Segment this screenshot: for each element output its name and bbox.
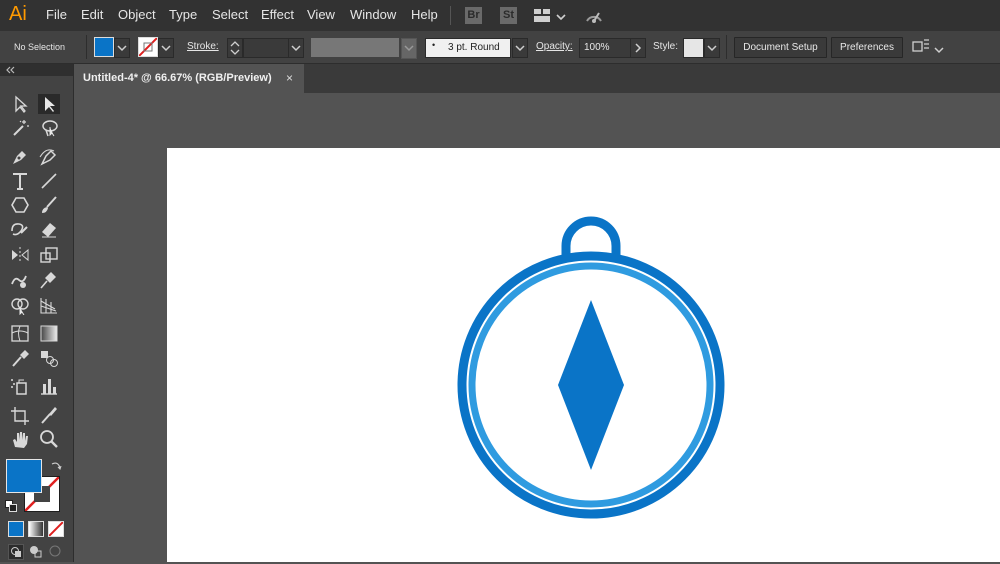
document-tab[interactable]: Untitled-4* @ 66.67% (RGB/Preview) × <box>74 64 304 93</box>
opacity-label[interactable]: Opacity: <box>536 41 573 52</box>
compass-needle <box>558 300 624 470</box>
tools-panel-header[interactable] <box>0 64 73 76</box>
brush-dropdown[interactable] <box>512 38 528 58</box>
menu-select[interactable]: Select <box>212 7 248 22</box>
paintbrush-tool-icon[interactable] <box>38 195 60 215</box>
line-segment-tool-icon[interactable] <box>38 171 60 191</box>
mesh-tool-icon[interactable] <box>9 323 31 343</box>
preferences-button[interactable]: Preferences <box>831 37 903 58</box>
stroke-weight-stepper[interactable] <box>227 38 243 58</box>
menu-edit[interactable]: Edit <box>81 7 103 22</box>
chevron-down-icon[interactable] <box>556 9 566 21</box>
artboard[interactable] <box>167 148 1000 562</box>
divider <box>726 35 727 59</box>
gradient-tool-icon[interactable] <box>38 323 60 343</box>
type-tool-icon[interactable] <box>9 171 31 191</box>
puppet-warp-tool-icon[interactable] <box>38 270 60 290</box>
reflect-tool-icon[interactable] <box>9 245 31 265</box>
none-mode-button[interactable] <box>48 521 64 537</box>
polygon-tool-icon[interactable] <box>9 195 31 215</box>
gpu-performance-icon[interactable] <box>584 6 604 26</box>
document-setup-button[interactable]: Document Setup <box>734 37 827 58</box>
color-mode-button[interactable] <box>8 521 24 537</box>
brush-value: 3 pt. Round <box>448 42 500 53</box>
variable-width-profile[interactable] <box>311 38 399 57</box>
draw-behind-icon[interactable] <box>28 544 42 558</box>
stroke-color-swatch[interactable] <box>138 37 158 57</box>
brush-definition[interactable]: • 3 pt. Round <box>425 38 511 58</box>
draw-normal-icon[interactable] <box>8 544 24 560</box>
menu-window[interactable]: Window <box>350 7 396 22</box>
slice-tool-icon[interactable] <box>38 405 60 425</box>
eraser-tool-icon[interactable] <box>38 219 60 239</box>
menu-effect[interactable]: Effect <box>261 7 294 22</box>
stroke-dropdown[interactable] <box>158 38 174 58</box>
menu-bar: Ai File Edit Object Type Select Effect V… <box>0 0 1000 31</box>
stroke-label[interactable]: Stroke: <box>187 41 219 52</box>
bridge-button[interactable]: Br <box>465 7 482 24</box>
divider <box>86 35 87 59</box>
perspective-grid-tool-icon[interactable] <box>38 295 60 315</box>
shaper-tool-icon[interactable] <box>9 219 31 239</box>
symbol-sprayer-tool-icon[interactable] <box>9 376 31 396</box>
pen-tool-icon[interactable] <box>9 147 31 167</box>
warp-tool-icon[interactable] <box>9 270 31 290</box>
opacity-arrow[interactable] <box>630 38 646 58</box>
stock-button[interactable]: St <box>500 7 517 24</box>
document-tab-title: Untitled-4* @ 66.67% (RGB/Preview) <box>83 72 272 84</box>
close-icon[interactable]: × <box>286 71 293 85</box>
scale-tool-icon[interactable] <box>38 245 60 265</box>
magic-wand-tool-icon[interactable] <box>9 118 31 138</box>
style-label: Style: <box>653 41 679 52</box>
fill-color-proxy[interactable] <box>6 459 42 493</box>
fill-dropdown[interactable] <box>114 38 130 58</box>
lasso-tool-icon[interactable] <box>38 118 60 138</box>
brush-dot-icon: • <box>432 40 436 50</box>
graphic-style-swatch[interactable] <box>683 38 704 58</box>
menu-divider <box>450 6 451 25</box>
graphic-style-dropdown[interactable] <box>704 38 720 58</box>
stroke-weight-input[interactable] <box>243 38 289 58</box>
compass-artwork[interactable] <box>167 148 1000 562</box>
opacity-input[interactable]: 100% <box>579 38 631 58</box>
default-fill-stroke-icon[interactable] <box>5 499 17 512</box>
menu-help[interactable]: Help <box>411 7 438 22</box>
stroke-weight-dropdown[interactable] <box>288 38 304 58</box>
fill-color-swatch[interactable] <box>94 37 114 57</box>
workspace-switcher-icon[interactable] <box>533 8 551 23</box>
arrange-documents-icon[interactable] <box>911 38 931 56</box>
shape-builder-tool-icon[interactable] <box>9 295 31 316</box>
gradient-mode-button[interactable] <box>28 521 44 537</box>
menu-type[interactable]: Type <box>169 7 197 22</box>
control-bar: No Selection Stroke: • 3 pt. Round Opaci… <box>0 31 1000 64</box>
menu-file[interactable]: File <box>46 7 67 22</box>
curvature-tool-icon[interactable] <box>38 147 60 167</box>
menu-view[interactable]: View <box>307 7 335 22</box>
swap-fill-stroke-icon[interactable] <box>50 459 62 471</box>
draw-inside-icon[interactable] <box>48 544 62 558</box>
artboard-tool-icon[interactable] <box>9 405 31 425</box>
app-logo: Ai <box>9 3 27 25</box>
variable-width-dropdown[interactable] <box>401 38 417 59</box>
eyedropper-tool-icon[interactable] <box>9 348 31 368</box>
hand-tool-icon[interactable] <box>9 429 31 449</box>
column-graph-tool-icon[interactable] <box>38 376 60 396</box>
menu-object[interactable]: Object <box>118 7 156 22</box>
chevron-down-icon[interactable] <box>934 42 944 54</box>
direct-selection-tool-icon[interactable] <box>38 94 60 114</box>
selection-status: No Selection <box>14 42 66 52</box>
opacity-value: 100% <box>584 42 610 53</box>
blend-tool-icon[interactable] <box>38 348 60 368</box>
selection-tool-icon[interactable] <box>9 94 31 114</box>
zoom-tool-icon[interactable] <box>38 429 60 449</box>
